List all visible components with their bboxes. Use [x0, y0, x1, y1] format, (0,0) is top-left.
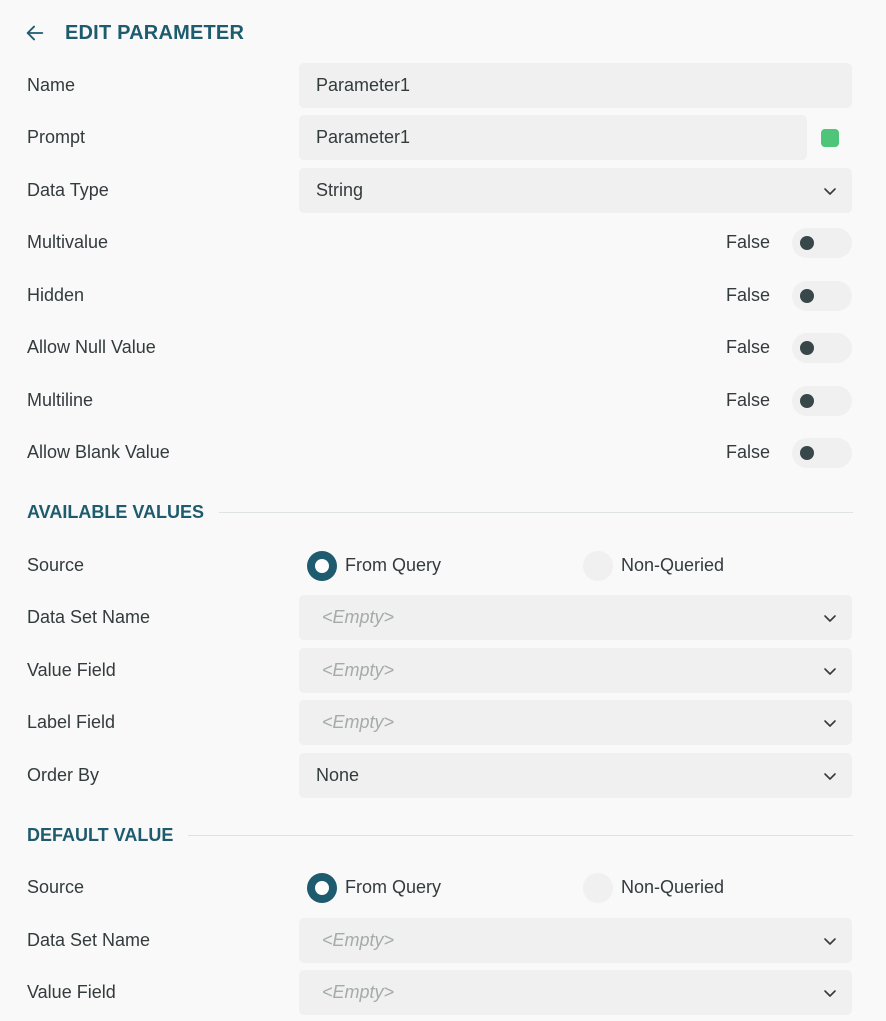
multiline-toggle[interactable] — [792, 386, 852, 416]
multivalue-state: False — [725, 232, 770, 252]
name-value: Parameter1 — [316, 75, 411, 95]
edit-parameter-panel: EDIT PARAMETER Name Parameter1 Prompt Pa… — [0, 0, 886, 1021]
prompt-input[interactable]: Parameter1 — [299, 115, 807, 160]
toggle-knob — [800, 289, 814, 303]
av-non-queried-label: Non-Queried — [621, 555, 725, 575]
allow-blank-state: False — [725, 442, 770, 462]
multiline-state: False — [725, 390, 770, 410]
hidden-toggle[interactable] — [792, 281, 852, 311]
prompt-status-indicator[interactable] — [821, 129, 839, 147]
av-from-query-label: From Query — [345, 555, 442, 575]
prompt-label: Prompt — [27, 127, 86, 147]
dv-data-set-select[interactable]: <Empty> — [299, 918, 852, 963]
av-source-row: Source From Query Non-Queried — [27, 543, 852, 588]
dv-value-field-select[interactable]: <Empty> — [299, 970, 852, 1015]
dv-value-field-row: Value Field <Empty> — [27, 970, 852, 1015]
av-data-set-value: <Empty> — [322, 607, 395, 627]
multiline-label: Multiline — [27, 390, 94, 410]
av-order-by-value: None — [316, 765, 360, 785]
chevron-down-icon — [824, 720, 836, 727]
hidden-label: Hidden — [27, 285, 85, 305]
av-order-by-row: Order By None — [27, 753, 852, 798]
av-label-field-row: Label Field <Empty> — [27, 700, 852, 745]
name-row: Name Parameter1 — [27, 63, 852, 108]
page-title: EDIT PARAMETER — [65, 21, 245, 44]
av-value-field-row: Value Field <Empty> — [27, 648, 852, 693]
dv-data-set-label: Data Set Name — [27, 930, 151, 950]
chevron-down-icon — [824, 773, 836, 780]
av-data-set-select[interactable]: <Empty> — [299, 595, 852, 640]
allow-null-state: False — [725, 337, 770, 357]
dv-value-field-value: <Empty> — [322, 982, 395, 1002]
arrow-left-icon — [26, 25, 44, 41]
av-source-label: Source — [27, 555, 85, 575]
chevron-down-icon — [824, 615, 836, 622]
name-label: Name — [27, 75, 76, 95]
multivalue-row: Multivalue False — [27, 220, 852, 265]
panel-header: EDIT PARAMETER — [22, 18, 244, 48]
dv-source-label: Source — [27, 877, 85, 897]
allow-blank-row: Allow Blank Value False — [27, 430, 852, 475]
default-value-section-header: DEFAULT VALUE — [27, 823, 853, 847]
radio-checked-icon — [307, 550, 337, 581]
av-value-field-select[interactable]: <Empty> — [299, 648, 852, 693]
toggle-knob — [800, 446, 814, 460]
dv-from-query-label: From Query — [345, 877, 442, 897]
av-order-by-label: Order By — [27, 765, 100, 785]
dv-non-queried-label: Non-Queried — [621, 877, 725, 897]
dv-data-set-value: <Empty> — [322, 930, 395, 950]
av-value-field-label: Value Field — [27, 660, 116, 680]
section-divider — [219, 511, 853, 513]
av-data-set-row: Data Set Name <Empty> — [27, 595, 852, 640]
toggle-knob — [800, 236, 814, 250]
data-type-value: String — [316, 180, 364, 200]
allow-null-row: Allow Null Value False — [27, 325, 852, 370]
allow-blank-toggle[interactable] — [792, 438, 852, 468]
dv-data-set-row: Data Set Name <Empty> — [27, 918, 852, 963]
allow-blank-label: Allow Blank Value — [27, 442, 170, 462]
back-button[interactable] — [22, 20, 48, 46]
available-values-title: AVAILABLE VALUES — [27, 501, 205, 522]
dv-source-non-queried-radio[interactable]: Non-Queried — [583, 872, 725, 903]
av-value-field-value: <Empty> — [322, 660, 395, 680]
data-type-select[interactable]: String — [299, 168, 852, 213]
multiline-row: Multiline False — [27, 378, 852, 423]
hidden-state: False — [725, 285, 770, 305]
dv-source-from-query-radio[interactable]: From Query — [307, 872, 442, 903]
hidden-row: Hidden False — [27, 273, 852, 318]
av-source-from-query-radio[interactable]: From Query — [307, 550, 442, 581]
dv-value-field-label: Value Field — [27, 982, 116, 1002]
chevron-down-icon — [824, 990, 836, 997]
available-values-section-header: AVAILABLE VALUES — [27, 500, 853, 524]
radio-unchecked-icon — [583, 872, 613, 903]
av-source-non-queried-radio[interactable]: Non-Queried — [583, 550, 725, 581]
radio-checked-icon — [307, 872, 337, 903]
section-divider — [188, 834, 853, 836]
toggle-knob — [800, 341, 814, 355]
av-order-by-select[interactable]: None — [299, 753, 852, 798]
dv-source-row: Source From Query Non-Queried — [27, 865, 852, 910]
toggle-knob — [800, 394, 814, 408]
prompt-value: Parameter1 — [316, 127, 411, 147]
prompt-row: Prompt Parameter1 — [27, 115, 852, 160]
chevron-down-icon — [824, 668, 836, 675]
chevron-down-icon — [824, 188, 836, 195]
data-type-row: Data Type String — [27, 168, 852, 213]
radio-unchecked-icon — [583, 550, 613, 581]
av-label-field-label: Label Field — [27, 712, 116, 732]
allow-null-toggle[interactable] — [792, 333, 852, 363]
default-value-title: DEFAULT VALUE — [27, 824, 174, 845]
allow-null-label: Allow Null Value — [27, 337, 156, 357]
av-label-field-value: <Empty> — [322, 712, 395, 732]
av-label-field-select[interactable]: <Empty> — [299, 700, 852, 745]
multivalue-label: Multivalue — [27, 232, 109, 252]
multivalue-toggle[interactable] — [792, 228, 852, 258]
av-data-set-label: Data Set Name — [27, 607, 151, 627]
data-type-label: Data Type — [27, 180, 109, 200]
chevron-down-icon — [824, 938, 836, 945]
name-input[interactable]: Parameter1 — [299, 63, 852, 108]
